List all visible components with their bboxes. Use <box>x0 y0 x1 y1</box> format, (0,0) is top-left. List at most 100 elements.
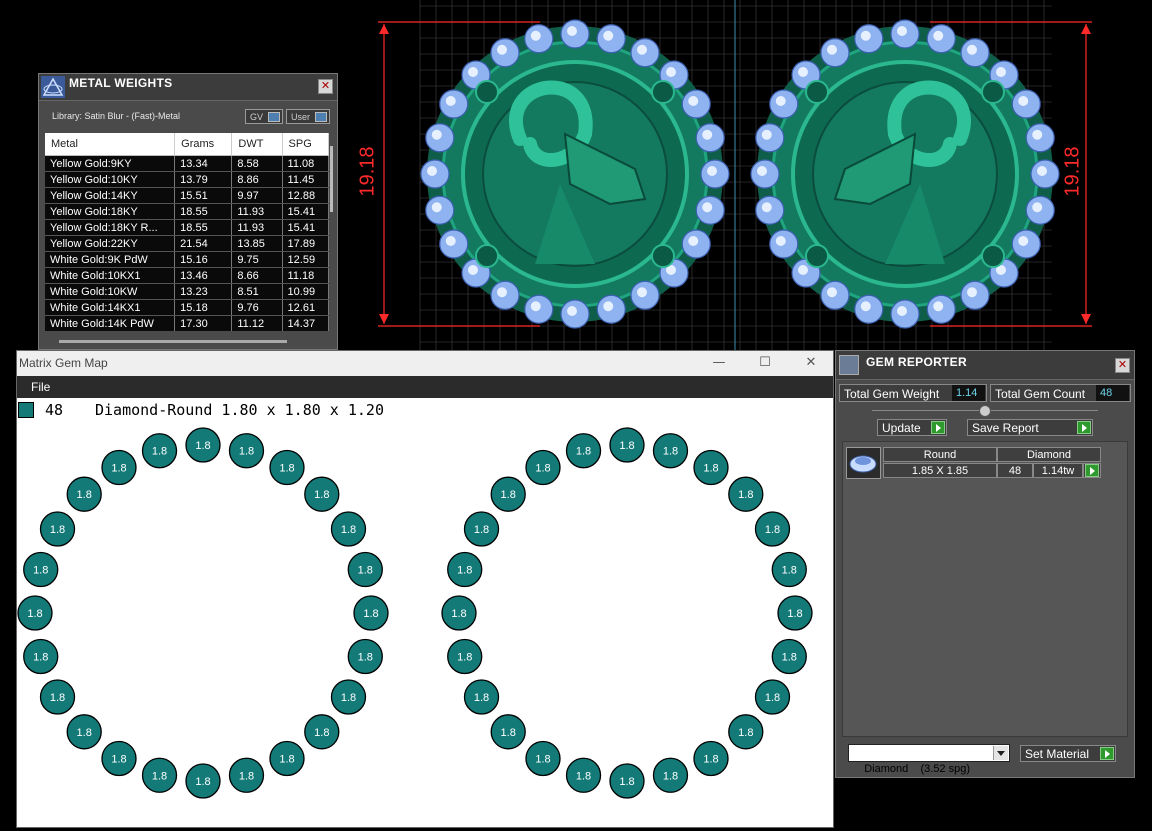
gem-reporter-titlebar[interactable]: GEM REPORTER ✕ <box>836 351 1134 380</box>
metal-row[interactable]: Yellow Gold:18KY 18.55 11.93 15.41 <box>45 203 329 220</box>
metal-column-header[interactable]: Metal <box>45 133 176 156</box>
material-select[interactable]: Diamond (3.52 spg) <box>848 744 1010 775</box>
gem-marker[interactable]: 1.8 <box>771 638 807 675</box>
gem-marker[interactable]: 1.8 <box>330 511 367 547</box>
update-button[interactable]: Update <box>877 419 947 436</box>
gv-toggle[interactable]: GV <box>245 109 283 124</box>
set-material-button[interactable]: Set Material <box>1020 745 1116 762</box>
metal-cell: 8.66 <box>231 267 283 284</box>
user-toggle[interactable]: User <box>286 109 330 124</box>
metal-table-container[interactable]: Metal Grams DWT SPG Yellow Gold:9KY 13.34 8.5… <box>45 133 329 331</box>
gem-marker[interactable]: 1.8 <box>771 551 807 588</box>
gem-marker[interactable]: 1.8 <box>565 757 602 793</box>
gem-reporter-close-button[interactable]: ✕ <box>1115 358 1130 373</box>
gem-marker[interactable]: 1.8 <box>101 449 137 486</box>
gem-marker[interactable]: 1.8 <box>66 476 102 512</box>
gem-marker[interactable]: 1.8 <box>228 757 265 793</box>
gem-size-label: 1.8 <box>501 489 516 501</box>
metal-row[interactable]: Yellow Gold:14KY 15.51 9.97 12.88 <box>45 187 329 204</box>
gem-marker[interactable]: 1.8 <box>66 714 102 750</box>
gem-marker[interactable]: 1.8 <box>728 476 764 512</box>
gem-marker[interactable]: 1.8 <box>490 476 526 512</box>
metal-cell: Yellow Gold:22KY <box>45 235 176 252</box>
gem-marker[interactable]: 1.8 <box>347 551 383 588</box>
metal-column-header[interactable]: Grams <box>174 133 233 156</box>
metal-row[interactable]: White Gold:14K PdW 17.30 11.12 14.37 <box>45 315 329 331</box>
gem-size-label: 1.8 <box>33 565 48 577</box>
metal-vertical-scrollbar[interactable] <box>330 146 333 212</box>
gem-size-label: 1.8 <box>782 565 797 577</box>
metal-weights-titlebar[interactable]: METAL WEIGHTS ✕ <box>39 74 337 101</box>
gem-marker[interactable]: 1.8 <box>693 449 729 486</box>
gem-row-go-button[interactable] <box>1083 463 1101 478</box>
gem-marker[interactable]: 1.8 <box>754 511 791 547</box>
gem-marker[interactable]: 1.8 <box>728 714 764 750</box>
metal-row[interactable]: White Gold:14KX1 15.18 9.76 12.61 <box>45 299 329 316</box>
gem-marker[interactable]: 1.8 <box>39 511 76 547</box>
metal-row[interactable]: Yellow Gold:9KY 13.34 8.58 11.08 <box>45 155 329 172</box>
gem-marker[interactable]: 1.8 <box>652 757 689 793</box>
gem-marker[interactable]: 1.8 <box>185 763 221 799</box>
gem-marker[interactable]: 1.8 <box>141 433 178 469</box>
gem-size-label: 1.8 <box>50 692 65 704</box>
diamond-highlight <box>637 287 647 298</box>
gem-marker[interactable]: 1.8 <box>185 427 221 463</box>
gem-marker[interactable]: 1.8 <box>101 740 137 777</box>
diamond-highlight <box>445 96 456 106</box>
metal-row[interactable]: Yellow Gold:22KY 21.54 13.85 17.89 <box>45 235 329 252</box>
gem-marker[interactable]: 1.8 <box>447 551 483 588</box>
viewport-canvas[interactable] <box>340 0 1152 350</box>
gem-marker[interactable]: 1.8 <box>490 714 526 750</box>
gem-marker[interactable]: 1.8 <box>304 476 340 512</box>
gem-marker[interactable]: 1.8 <box>777 595 813 631</box>
gem-marker[interactable]: 1.8 <box>23 551 59 588</box>
gem-marker[interactable]: 1.8 <box>754 679 791 715</box>
gem-marker[interactable]: 1.8 <box>609 427 645 463</box>
save-report-button[interactable]: Save Report <box>967 419 1093 436</box>
metal-cell: 15.51 <box>174 187 233 204</box>
gem-marker[interactable]: 1.8 <box>447 638 483 675</box>
gem-marker[interactable]: 1.8 <box>441 595 477 631</box>
gem-marker[interactable]: 1.8 <box>269 449 305 486</box>
metal-horizontal-scrollbar[interactable] <box>59 340 287 343</box>
gem-size-label: 1.8 <box>738 489 753 501</box>
metal-row[interactable]: Yellow Gold:10KY 13.79 8.86 11.45 <box>45 171 329 188</box>
gem-marker[interactable]: 1.8 <box>347 638 383 675</box>
reporter-slider-handle[interactable] <box>979 405 991 417</box>
render-viewport[interactable]: 19.18 19.18 <box>340 0 1152 350</box>
gem-marker[interactable]: 1.8 <box>228 433 265 469</box>
gem-marker[interactable]: 1.8 <box>565 433 602 469</box>
metal-weights-close-button[interactable]: ✕ <box>318 79 333 94</box>
gem-marker[interactable]: 1.8 <box>652 433 689 469</box>
metal-row[interactable]: White Gold:10KX1 13.46 8.66 11.18 <box>45 267 329 284</box>
gem-marker[interactable]: 1.8 <box>353 595 389 631</box>
metal-column-header[interactable]: SPG <box>282 133 329 156</box>
metal-cell: Yellow Gold:14KY <box>45 187 176 204</box>
gem-marker[interactable]: 1.8 <box>463 511 500 547</box>
metal-row[interactable]: White Gold:9K PdW 15.16 9.75 12.59 <box>45 251 329 268</box>
gem-marker[interactable]: 1.8 <box>269 740 305 777</box>
gem-report-list[interactable]: Round Diamond 1.85 X 1.85 48 1.14tw <box>842 441 1128 737</box>
diamond-highlight <box>603 301 614 312</box>
gem-size-label: 1.8 <box>195 440 210 452</box>
gem-marker[interactable]: 1.8 <box>330 679 367 715</box>
gem-marker[interactable]: 1.8 <box>463 679 500 715</box>
metal-cell: 13.46 <box>174 267 233 284</box>
gem-map-canvas[interactable]: 1.8 1.8 1.8 1.8 1.8 1.8 1.8 1.8 1.8 1.8 1.8 1.8 1.8 1… <box>17 351 833 827</box>
gem-marker[interactable]: 1.8 <box>693 740 729 777</box>
gem-marker[interactable]: 1.8 <box>39 679 76 715</box>
metal-row[interactable]: Yellow Gold:18KY R... 18.55 11.93 15.41 <box>45 219 329 236</box>
diamond-highlight <box>798 67 809 78</box>
gem-marker[interactable]: 1.8 <box>141 757 178 793</box>
gem-marker[interactable]: 1.8 <box>525 449 561 486</box>
metal-row[interactable]: White Gold:10KW 13.23 8.51 10.99 <box>45 283 329 300</box>
gem-marker[interactable]: 1.8 <box>609 763 645 799</box>
gem-size-label: 1.8 <box>451 608 466 620</box>
metal-column-header[interactable]: DWT <box>231 133 283 156</box>
gem-reporter-icon <box>839 355 859 375</box>
gem-marker[interactable]: 1.8 <box>304 714 340 750</box>
gem-marker[interactable]: 1.8 <box>525 740 561 777</box>
metal-cell: 12.61 <box>282 299 329 316</box>
gem-marker[interactable]: 1.8 <box>23 638 59 675</box>
gem-marker[interactable]: 1.8 <box>17 595 53 631</box>
